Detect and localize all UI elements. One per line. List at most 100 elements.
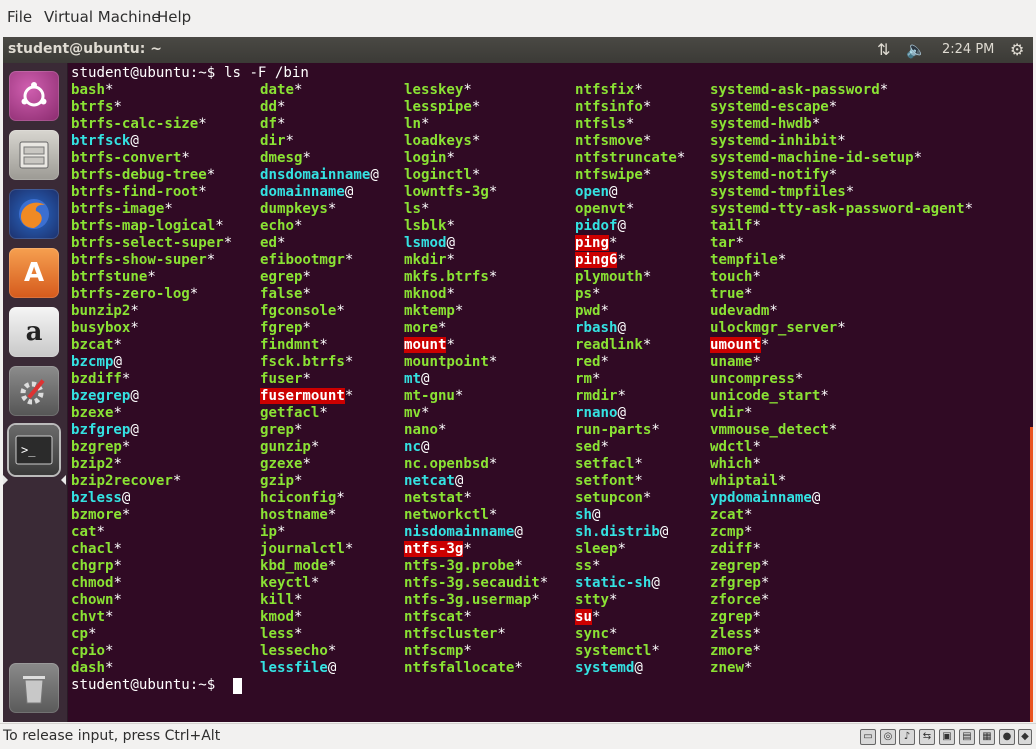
file-type-suffix: * — [302, 456, 311, 472]
terminal-icon[interactable]: >_ — [9, 425, 59, 475]
network-icon[interactable]: ▣ — [939, 729, 955, 745]
volume-icon[interactable]: 🔈 — [906, 40, 926, 59]
file-type-suffix: * — [634, 473, 643, 489]
menu-virtual-machine[interactable]: Virtual Machine — [44, 8, 161, 26]
file-type-suffix: * — [752, 643, 761, 659]
launcher: A a >_ — [3, 63, 68, 722]
file-name: ntfs-3g.secaudit — [404, 575, 540, 591]
file-name: mknod — [404, 286, 447, 302]
amazon-icon[interactable]: a — [9, 307, 59, 357]
file-type-suffix: * — [651, 422, 660, 438]
file-entry: lesskey* — [404, 82, 472, 99]
file-name: wdctl — [710, 439, 753, 455]
file-entry: mkfs.btrfs* — [404, 269, 497, 286]
file-type-suffix: * — [327, 558, 337, 574]
file-type-suffix: * — [837, 133, 846, 149]
file-type-suffix: * — [302, 286, 311, 302]
window-title: student@ubuntu: ~ — [8, 41, 162, 57]
file-name: gunzip — [260, 439, 311, 455]
file-type-suffix: * — [446, 252, 455, 268]
file-entry: busybox* — [71, 320, 139, 337]
ubuntu-dash-icon[interactable] — [9, 71, 59, 121]
disk-icon[interactable]: ▭ — [860, 729, 876, 745]
file-type-suffix: * — [302, 150, 311, 166]
file-entry: rbash@ — [575, 320, 626, 337]
file-type-suffix: * — [752, 269, 761, 285]
network-transfer-icon[interactable]: ⇅ — [877, 40, 890, 59]
file-entry: bzdiff* — [71, 371, 130, 388]
file-entry: fgconsole* — [260, 303, 345, 320]
audio-icon[interactable]: ♪ — [899, 729, 915, 745]
file-entry: nc.openbsd* — [404, 456, 497, 473]
file-type-suffix: * — [488, 456, 498, 472]
file-entry: ntfsfix* — [575, 82, 643, 99]
prompt-line: student@ubuntu:~$ — [71, 65, 216, 81]
file-type-suffix: * — [531, 592, 540, 608]
file-type-suffix: * — [752, 439, 761, 455]
file-entry: zdiff* — [710, 541, 761, 558]
file-type-suffix: * — [113, 558, 122, 574]
file-entry: btrfs-calc-size* — [71, 116, 207, 133]
file-entry: mv* — [404, 405, 429, 422]
mouse-icon[interactable]: ◆ — [1018, 729, 1032, 745]
file-name: sleep — [575, 541, 618, 557]
system-settings-icon[interactable] — [9, 366, 59, 416]
file-type-suffix: * — [743, 405, 753, 421]
file-entry: setfont* — [575, 473, 643, 490]
file-entry: nc@ — [404, 439, 429, 456]
firefox-icon[interactable] — [9, 189, 59, 239]
file-entry: sync* — [575, 626, 617, 643]
file-name: mkfs.btrfs — [404, 269, 489, 285]
file-type-suffix: * — [198, 184, 207, 200]
usb-icon[interactable]: ⇆ — [919, 729, 935, 745]
file-entry: su* — [575, 609, 600, 626]
file-entry: systemd-hwdb* — [710, 116, 820, 133]
file-type-suffix: * — [676, 150, 686, 166]
file-name: tailf — [710, 218, 753, 234]
file-type-suffix: * — [591, 371, 601, 387]
file-entry: fgrep* — [260, 320, 311, 337]
file-entry: df* — [260, 116, 285, 133]
file-name: loginctl — [404, 167, 472, 183]
file-type-suffix: * — [113, 405, 122, 421]
focus-indicator — [61, 475, 66, 485]
menu-file[interactable]: File — [7, 8, 32, 26]
file-name: zcmp — [710, 524, 744, 540]
file-type-suffix: * — [420, 116, 430, 132]
cd-icon[interactable]: ◎ — [880, 729, 896, 745]
software-center-icon[interactable]: A — [9, 248, 59, 298]
file-entry: cpio* — [71, 643, 113, 660]
file-type-suffix: * — [327, 507, 337, 523]
file-name: uname — [710, 354, 753, 370]
file-entry: which* — [710, 456, 761, 473]
file-entry: static-sh@ — [575, 575, 660, 592]
file-type-suffix: * — [634, 82, 643, 98]
file-entry: ulockmgr_server* — [710, 320, 846, 337]
file-type-suffix: * — [777, 252, 787, 268]
display-icon[interactable]: ▦ — [979, 729, 995, 745]
clock[interactable]: 2:24 PM — [942, 42, 994, 57]
file-entry: bzegrep@ — [71, 388, 139, 405]
terminal-output[interactable]: student@ubuntu:~$ ls -F /bin bash* btrfs* b… — [68, 63, 1033, 722]
file-type-suffix: * — [463, 82, 472, 98]
shared-folder-icon[interactable]: ▤ — [959, 729, 975, 745]
terminal-scrollbar[interactable] — [1030, 427, 1033, 722]
file-name: rbash — [575, 320, 618, 336]
menu-help[interactable]: Help — [157, 8, 191, 26]
trash-icon[interactable] — [9, 663, 59, 713]
files-icon[interactable] — [9, 130, 59, 180]
recording-icon[interactable]: ● — [999, 729, 1015, 745]
file-type-suffix: * — [752, 609, 761, 625]
vm-screen[interactable]: student@ubuntu: ~ ⇅ 🔈 2:24 PM ⚙ A a >_ s… — [3, 37, 1033, 722]
file-type-suffix: * — [488, 507, 498, 523]
file-name: bunzip2 — [71, 303, 131, 319]
file-type-suffix: * — [104, 82, 114, 98]
file-type-suffix: * — [437, 422, 447, 438]
file-name: which — [710, 456, 753, 472]
file-type-suffix: * — [617, 541, 626, 557]
file-type-suffix: * — [488, 184, 498, 200]
file-entry: nano* — [404, 422, 446, 439]
power-gear-icon[interactable]: ⚙ — [1010, 40, 1024, 59]
prompt-line: student@ubuntu:~$ — [71, 677, 216, 693]
file-type-suffix: * — [446, 337, 455, 353]
